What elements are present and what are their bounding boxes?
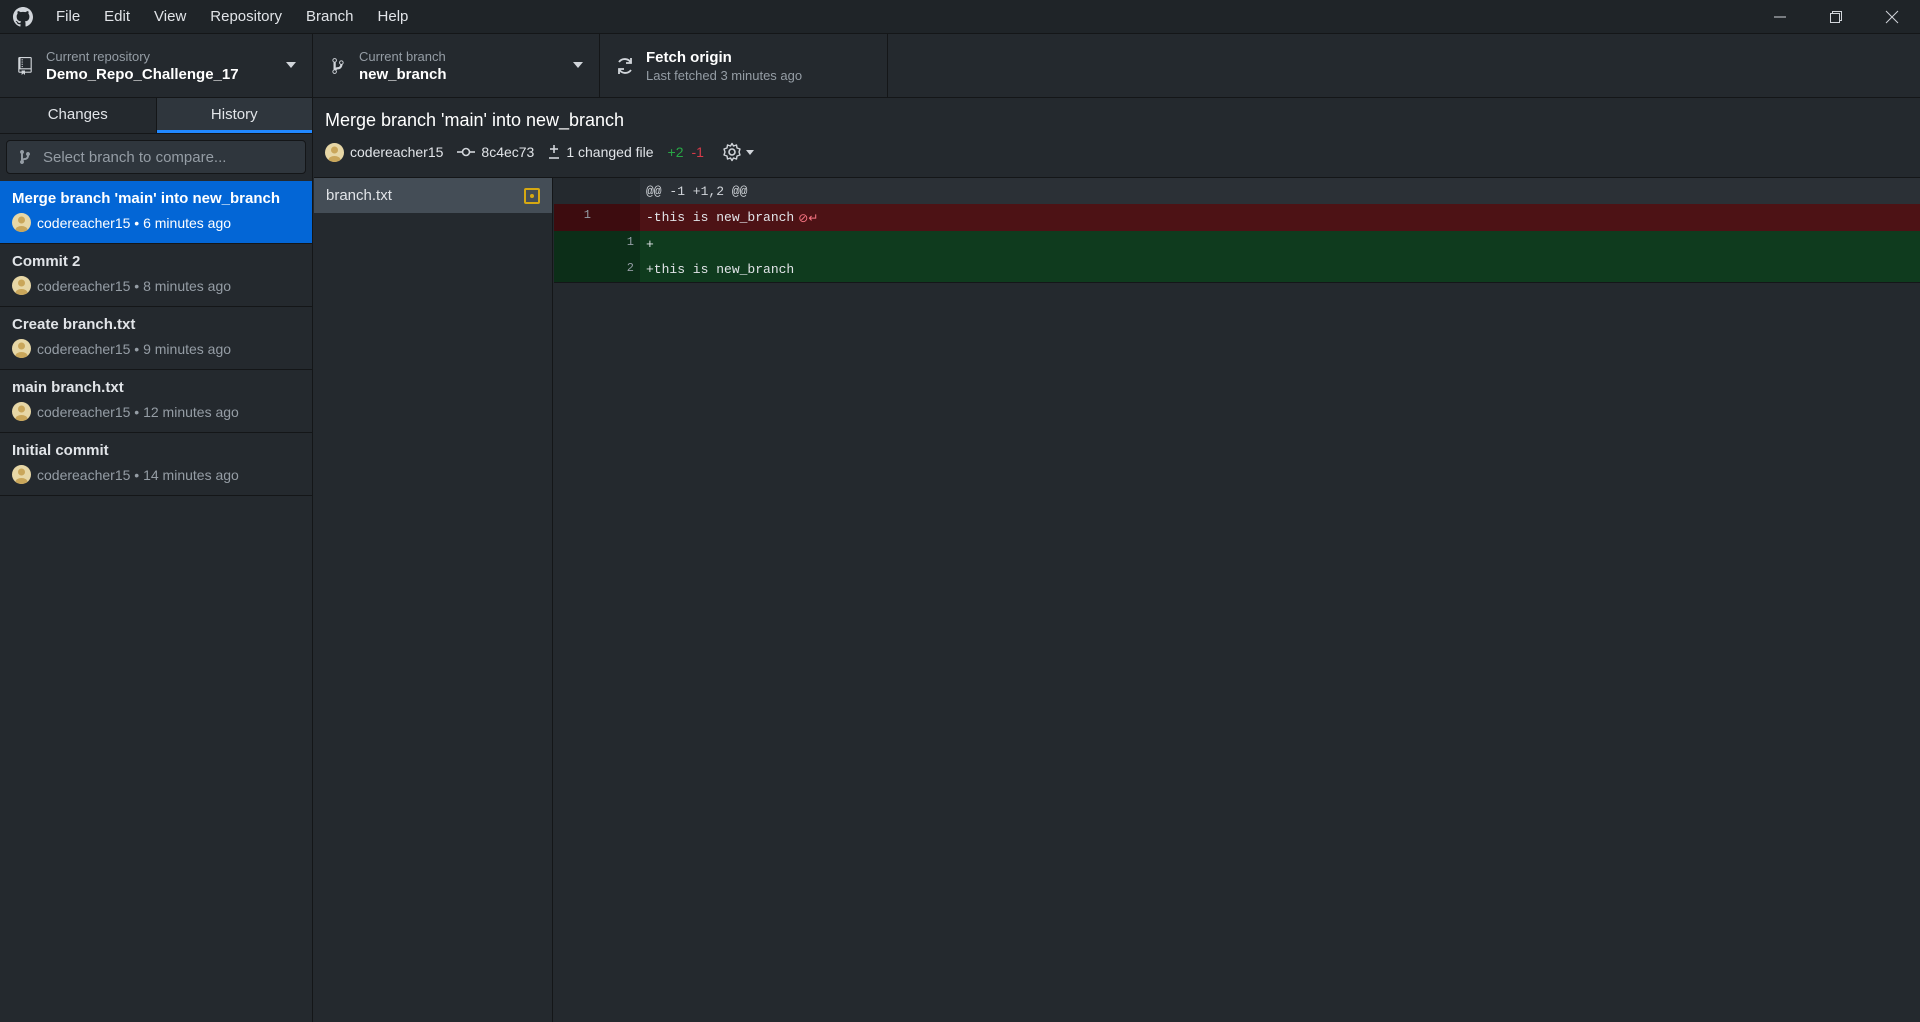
commit-item[interactable]: Initial commit codereacher15 • 14 minute…	[0, 433, 312, 496]
menu-view[interactable]: View	[142, 0, 198, 34]
last-fetched: Last fetched 3 minutes ago	[646, 67, 803, 83]
avatar	[12, 213, 31, 232]
diff-view: @@ -1 +1,2 @@ 1 -this is new_branch ⊘↵ 1…	[554, 178, 1920, 1022]
menu-branch[interactable]: Branch	[294, 0, 366, 34]
branch-label: Current branch	[359, 48, 446, 64]
menu-file[interactable]: File	[44, 0, 92, 34]
no-newline-icon: ⊘↵	[798, 210, 819, 225]
commit-meta: codereacher15 • 9 minutes ago	[37, 340, 232, 357]
commit-summary: Merge branch 'main' into new_branch code…	[314, 98, 1920, 178]
menu-edit[interactable]: Edit	[92, 0, 142, 34]
branch-name: new_branch	[359, 65, 447, 83]
diff-line-text: +this is new_branch	[646, 262, 795, 277]
diff-line-added[interactable]: 2 +this is new_branch	[554, 257, 1920, 283]
git-commit-icon	[457, 146, 476, 158]
repository-name: Demo_Repo_Challenge_17	[46, 65, 239, 83]
lines-added: +2	[667, 144, 684, 160]
file-item[interactable]: branch.txt	[314, 178, 552, 213]
fetch-label: Fetch origin	[646, 48, 732, 66]
commit-item[interactable]: Merge branch 'main' into new_branch code…	[0, 181, 312, 244]
repo-icon	[14, 56, 36, 75]
diff-line-text: -this is new_branch	[646, 210, 795, 225]
chevron-down-icon	[745, 149, 754, 155]
commit-meta: codereacher15 • 8 minutes ago	[37, 277, 232, 294]
fetch-origin-button[interactable]: Fetch origin Last fetched 3 minutes ago	[600, 34, 888, 97]
branch-compare-box[interactable]	[6, 140, 306, 174]
avatar	[12, 339, 31, 358]
tab-changes[interactable]: Changes	[0, 98, 157, 133]
lines-removed: -1	[691, 144, 704, 160]
minimize-button[interactable]	[1752, 0, 1808, 34]
changed-files-list: branch.txt	[314, 178, 553, 1022]
toolbar: Current repository Demo_Repo_Challenge_1…	[0, 34, 1920, 98]
commit-item[interactable]: main branch.txt codereacher15 • 12 minut…	[0, 370, 312, 433]
git-branch-icon	[19, 149, 35, 165]
commit-summary-title: Merge branch 'main' into new_branch	[325, 110, 625, 130]
new-line-number: 2	[626, 261, 634, 275]
close-icon	[1885, 10, 1899, 24]
hunk-text: @@ -1 +1,2 @@	[646, 183, 748, 199]
new-line-number: 1	[626, 235, 634, 249]
restore-button[interactable]	[1808, 0, 1864, 34]
file-modified-icon	[524, 187, 540, 204]
window-controls	[1752, 0, 1920, 34]
changed-files-count: 1 changed file	[566, 144, 654, 160]
menu-repository[interactable]: Repository	[198, 0, 294, 34]
diff-icon	[548, 144, 560, 160]
old-line-number: 1	[583, 208, 591, 222]
chevron-down-icon	[573, 62, 583, 68]
diff-line-deleted[interactable]: 1 -this is new_branch ⊘↵	[554, 204, 1920, 231]
avatar	[12, 276, 31, 295]
minimize-icon	[1774, 16, 1786, 18]
diff-settings-button[interactable]	[722, 142, 754, 162]
current-branch-button[interactable]: Current branch new_branch	[313, 34, 600, 97]
gear-icon	[723, 142, 741, 162]
github-icon	[12, 6, 34, 28]
commit-meta: codereacher15 • 12 minutes ago	[37, 403, 239, 420]
commit-summary-meta: codereacher15 8c4ec73 1 changed file +2 …	[325, 142, 754, 162]
commit-title: Create branch.txt	[12, 316, 136, 333]
tab-history[interactable]: History	[156, 98, 312, 133]
chevron-down-icon	[286, 62, 296, 68]
menu-help[interactable]: Help	[366, 0, 421, 34]
file-name: branch.txt	[326, 187, 392, 204]
title-bar: File Edit View Repository Branch Help	[0, 0, 1920, 34]
git-branch-icon	[327, 57, 349, 75]
repository-label: Current repository	[46, 48, 151, 64]
commit-item[interactable]: Commit 2 codereacher15 • 8 minutes ago	[0, 244, 312, 307]
commit-title: Merge branch 'main' into new_branch	[12, 190, 281, 207]
sync-icon	[614, 56, 636, 76]
diff-line-added[interactable]: 1 +	[554, 231, 1920, 257]
commit-meta: codereacher15 • 14 minutes ago	[37, 466, 239, 483]
commit-sha[interactable]: 8c4ec73	[481, 144, 534, 160]
avatar	[12, 465, 31, 484]
sidebar: Changes History Merge branch 'main' into…	[0, 98, 313, 1022]
current-repository-button[interactable]: Current repository Demo_Repo_Challenge_1…	[0, 34, 313, 97]
commit-title: Initial commit	[12, 442, 109, 459]
commit-title: main branch.txt	[12, 379, 124, 396]
diff-line-text: +	[646, 236, 654, 252]
avatar	[12, 402, 31, 421]
avatar	[325, 142, 344, 162]
restore-icon	[1830, 11, 1842, 23]
commit-item[interactable]: Create branch.txt codereacher15 • 9 minu…	[0, 307, 312, 370]
commit-list: Merge branch 'main' into new_branch code…	[0, 181, 312, 496]
sidebar-tabs: Changes History	[0, 98, 312, 134]
commit-title: Commit 2	[12, 253, 81, 270]
diff-hunk-header: @@ -1 +1,2 @@	[554, 178, 1920, 204]
close-button[interactable]	[1864, 0, 1920, 34]
commit-author: codereacher15	[350, 144, 444, 160]
commit-meta: codereacher15 • 6 minutes ago	[37, 214, 232, 231]
branch-compare-input[interactable]	[43, 148, 293, 166]
